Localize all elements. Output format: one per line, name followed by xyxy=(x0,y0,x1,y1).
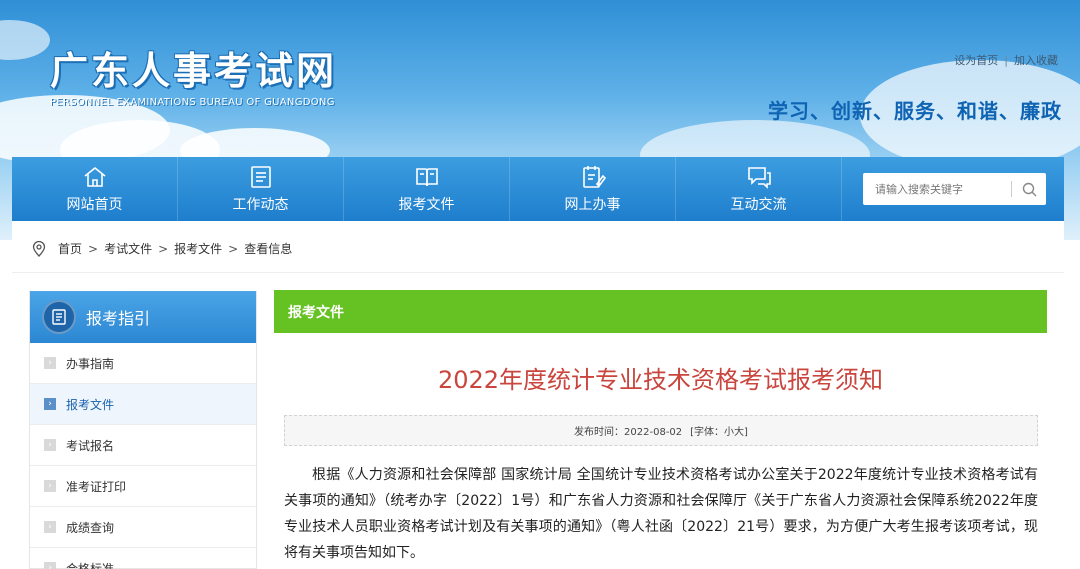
sidebar-item-label: 准考证打印 xyxy=(66,479,127,494)
breadcrumb-separator: > xyxy=(228,241,239,256)
breadcrumb-current: 查看信息 xyxy=(244,242,293,256)
sidebar-item-score-query[interactable]: › 成绩查询 xyxy=(30,507,256,548)
link-separator: | xyxy=(1004,54,1008,67)
home-icon xyxy=(84,166,105,187)
site-logo-title[interactable]: 广东人事考试网 xyxy=(50,40,337,95)
breadcrumb-home[interactable]: 首页 xyxy=(58,240,82,257)
cloud-decoration xyxy=(0,20,50,60)
nav-item-interaction[interactable]: 互动交流 xyxy=(676,157,842,221)
article-body: 根据《人力资源和社会保障部 国家统计局 全国统计专业技术资格考试办公室关于202… xyxy=(284,467,1038,561)
add-favorite-link[interactable]: 加入收藏 xyxy=(1014,54,1058,67)
nav-item-exam-files[interactable]: 报考文件 xyxy=(344,157,510,221)
chevron-right-icon: › xyxy=(44,439,56,451)
breadcrumb-separator: > xyxy=(158,241,169,256)
sidebar-item-registration[interactable]: › 考试报名 xyxy=(30,425,256,466)
nav-item-home[interactable]: 网站首页 xyxy=(12,157,178,221)
nav-item-online-service[interactable]: 网上办事 xyxy=(510,157,676,221)
sidebar-title: 报考指引 xyxy=(86,309,151,328)
nav-item-label: 网上办事 xyxy=(564,197,621,213)
sidebar-item-label: 合格标准 xyxy=(66,561,115,569)
set-home-link[interactable]: 设为首页 xyxy=(954,54,998,67)
sidebar: 报考指引 › 办事指南 › 报考文件 › 考试报名 › 准考证打印 › 成绩查询… xyxy=(29,291,257,569)
chevron-right-icon: › xyxy=(44,521,56,533)
search-box xyxy=(863,173,1046,205)
breadcrumb-exam-docs[interactable]: 考试文件 xyxy=(104,240,152,257)
breadcrumb: 首页 > 考试文件 > 报考文件 > 查看信息 xyxy=(32,240,292,257)
search-button[interactable] xyxy=(1012,174,1046,204)
open-book-icon xyxy=(415,168,438,187)
sidebar-item-label: 考试报名 xyxy=(66,438,115,453)
sidebar-item-admission-ticket[interactable]: › 准考证打印 xyxy=(30,466,256,507)
chevron-right-icon: › xyxy=(44,398,56,410)
publish-date: 发布时间：2022-08-02 xyxy=(574,427,683,438)
clipboard-edit-icon xyxy=(582,166,606,188)
chat-bubbles-icon xyxy=(747,167,771,189)
location-pin-icon xyxy=(32,240,46,257)
document-list-icon xyxy=(250,166,271,188)
search-input[interactable] xyxy=(863,174,1011,204)
nav-item-label: 互动交流 xyxy=(730,197,787,213)
sidebar-header: 报考指引 xyxy=(30,291,256,343)
font-size-toggle[interactable]: [字体：小大] xyxy=(690,423,748,438)
breadcrumb-exam-files[interactable]: 报考文件 xyxy=(174,240,222,257)
chevron-right-icon: › xyxy=(44,357,56,369)
nav-item-news[interactable]: 工作动态 xyxy=(178,157,344,221)
nav-item-label: 工作动态 xyxy=(232,197,289,213)
main-nav: 网站首页 工作动态 报考文件 网上办事 互动交流 xyxy=(12,157,1064,221)
breadcrumb-separator: > xyxy=(88,241,99,256)
nav-item-label: 报考文件 xyxy=(398,197,455,213)
article-title: 2022年度统计专业技术资格考试报考须知 xyxy=(437,366,884,394)
section-title-bar: 报考文件 xyxy=(274,290,1047,333)
search-icon xyxy=(1022,182,1036,196)
top-links: 设为首页 | 加入收藏 xyxy=(954,52,1058,68)
sidebar-item-label: 报考文件 xyxy=(66,397,115,412)
site-slogan: 学习、创新、服务、和谐、廉政 xyxy=(768,99,1062,123)
sidebar-item-pass-standard[interactable]: › 合格标准 xyxy=(30,548,256,569)
article-meta: 发布时间：2022-08-02 [字体：小大] xyxy=(284,415,1038,446)
sidebar-item-exam-files[interactable]: › 报考文件 xyxy=(30,384,256,425)
sidebar-item-label: 办事指南 xyxy=(66,356,115,371)
sidebar-item-guide[interactable]: › 办事指南 xyxy=(30,343,256,384)
chevron-right-icon: › xyxy=(44,480,56,492)
nav-item-label: 网站首页 xyxy=(66,197,123,213)
chevron-right-icon: › xyxy=(44,562,56,569)
site-logo-subtitle: PERSONNEL EXAMINATIONS BUREAU OF GUANGDO… xyxy=(50,97,335,108)
guide-icon xyxy=(52,309,66,325)
section-title: 报考文件 xyxy=(288,304,344,321)
breadcrumb-divider xyxy=(12,272,1064,273)
sidebar-item-label: 成绩查询 xyxy=(66,520,115,535)
sidebar-header-badge xyxy=(42,300,76,334)
